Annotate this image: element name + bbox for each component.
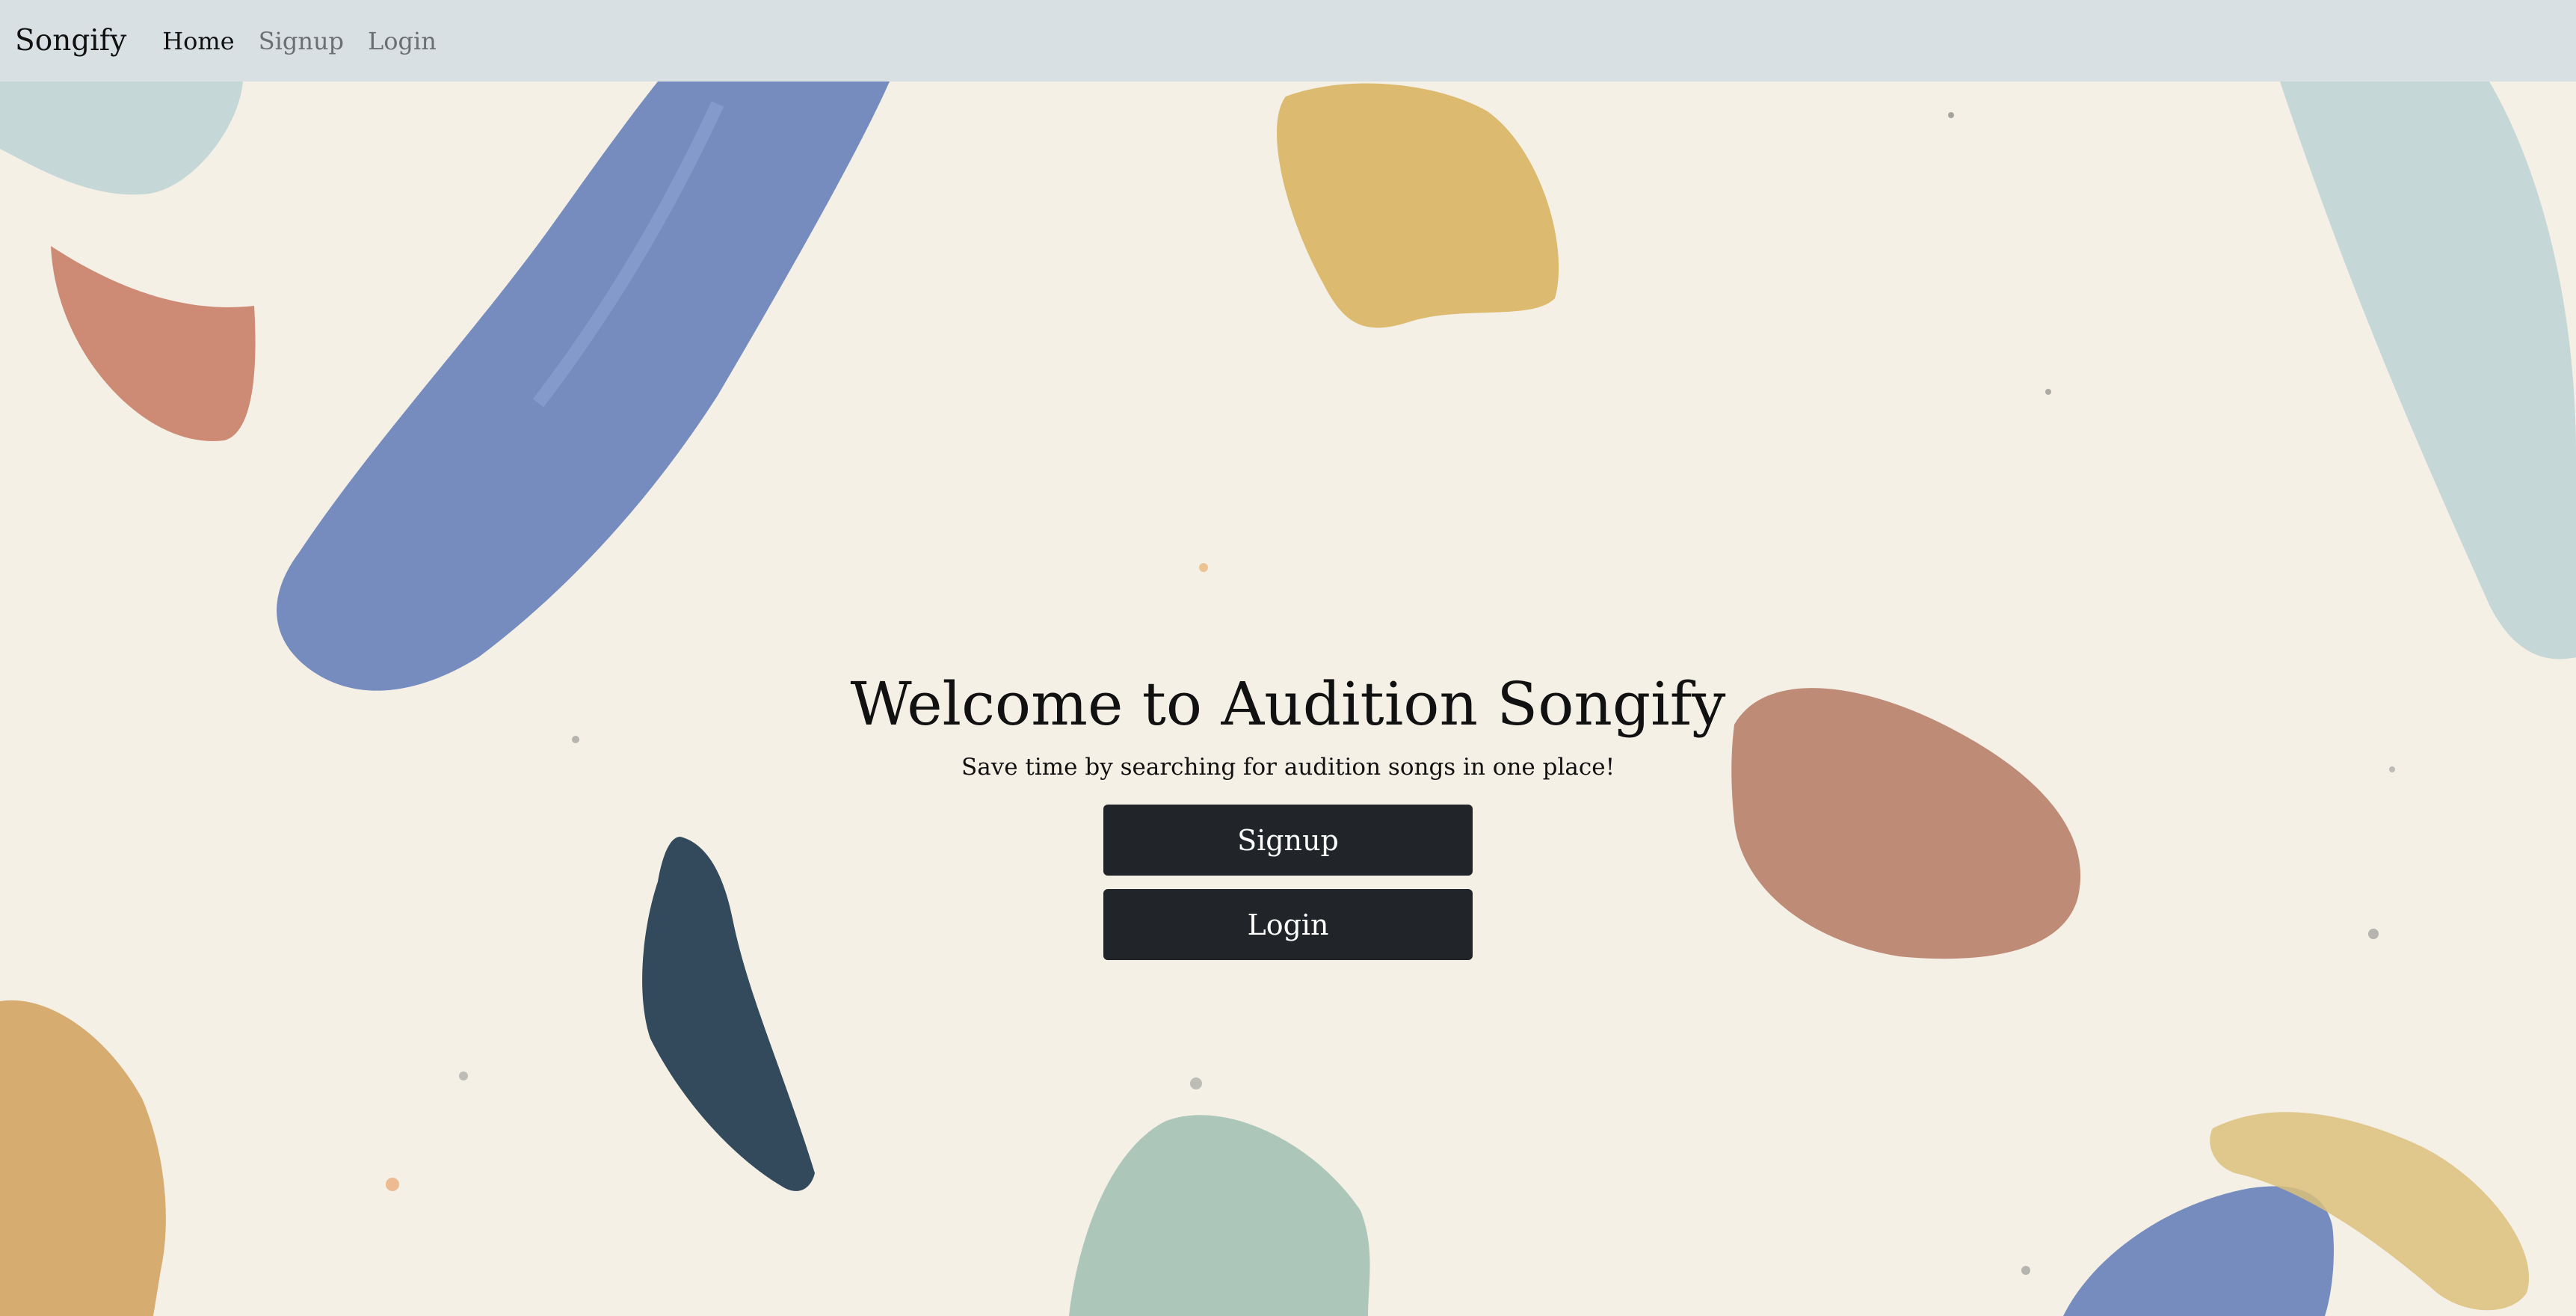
mustard-stroke-bottom-left xyxy=(0,1000,166,1316)
hero-title: Welcome to Audition Songify xyxy=(850,669,1726,739)
nav-link-login[interactable]: Login xyxy=(368,27,437,55)
navbar: Songify Home Signup Login xyxy=(0,0,2576,82)
teal-stroke-right xyxy=(2280,82,2576,659)
teal-stroke-top-left xyxy=(0,82,243,195)
signup-button[interactable]: Signup xyxy=(1103,805,1473,876)
mustard-stroke-top xyxy=(1277,83,1559,328)
hero-content: Welcome to Audition Songify Save time by… xyxy=(0,667,2576,960)
login-button[interactable]: Login xyxy=(1103,889,1473,960)
brand-logo[interactable]: Songify xyxy=(15,24,126,58)
hero-section: Welcome to Audition Songify Save time by… xyxy=(0,82,2576,1316)
orange-stroke xyxy=(51,246,256,441)
blue-stroke-bottom-right xyxy=(2063,1186,2334,1316)
blue-brush-stroke xyxy=(277,82,890,691)
sage-stroke-bottom xyxy=(1069,1115,1370,1316)
nav-link-home[interactable]: Home xyxy=(162,27,234,55)
hero-subtitle: Save time by searching for audition song… xyxy=(961,754,1615,781)
nav-link-signup[interactable]: Signup xyxy=(259,27,344,55)
